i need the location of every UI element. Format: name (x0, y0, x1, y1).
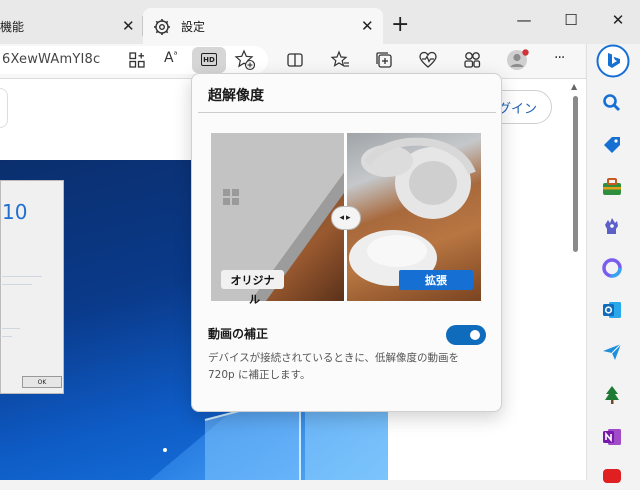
maximize-button[interactable]: ☐ (561, 10, 581, 30)
games-icon[interactable] (600, 214, 624, 238)
toggle-knob (470, 330, 480, 340)
dialog-text-line (2, 276, 42, 277)
popup-title: 超解像度 (208, 88, 264, 104)
add-favorite-icon[interactable] (234, 49, 256, 71)
bing-icon[interactable] (596, 44, 630, 78)
tools-icon[interactable] (600, 175, 624, 199)
youtube-icon[interactable] (600, 466, 624, 490)
profile-icon[interactable] (506, 48, 530, 72)
more-icon[interactable]: ··· (554, 50, 565, 66)
scrollbar[interactable] (573, 96, 578, 252)
video-correction-title: 動画の補正 (208, 327, 269, 341)
video-correction-toggle[interactable] (446, 325, 486, 345)
onenote-icon[interactable] (600, 425, 624, 449)
extensions-icon[interactable] (462, 50, 482, 70)
hd-icon: HD (201, 53, 217, 66)
page-search-box[interactable] (0, 88, 8, 128)
copilot-icon[interactable] (600, 256, 624, 280)
dialog-ok-button: OK (22, 376, 62, 388)
tab-label: 設定 (181, 20, 206, 34)
browser-essentials-icon[interactable] (418, 50, 438, 70)
gear-icon (154, 19, 170, 35)
shopping-tag-icon[interactable] (600, 133, 624, 157)
enhanced-label: 拡張 (399, 270, 473, 290)
original-label-wrap: ル (249, 293, 260, 306)
new-tab-button[interactable]: + (391, 12, 409, 37)
split-screen-icon[interactable] (286, 51, 304, 69)
address-text[interactable]: 6XewWAmYI8c (2, 52, 100, 67)
minimize-button[interactable]: — (514, 10, 534, 30)
dialog-text-line (2, 328, 20, 329)
read-aloud-glyph: A (164, 50, 174, 66)
video-correction-description: デバイスが接続されているときに、低解像度の動画を 720p に補正します。 (208, 352, 460, 381)
scroll-up-arrow[interactable]: ▲ (571, 82, 577, 91)
search-icon[interactable] (600, 91, 624, 115)
tab-features[interactable]: 機能 ✕ (0, 8, 142, 44)
collections-icon[interactable] (374, 50, 394, 70)
popup-divider (198, 112, 496, 113)
comparison-slider-handle[interactable]: ◂▸ (331, 206, 361, 230)
send-icon[interactable] (600, 340, 624, 364)
favorites-icon[interactable] (330, 50, 350, 70)
tree-icon[interactable] (600, 383, 624, 407)
original-label: オリジナ (221, 270, 284, 289)
close-icon[interactable]: ✕ (361, 17, 374, 35)
grid-apps-icon[interactable] (128, 51, 146, 69)
close-icon[interactable]: ✕ (122, 17, 135, 35)
dialog-text-line (2, 284, 32, 285)
outlook-icon[interactable] (600, 298, 624, 322)
window-close-button[interactable]: ✕ (608, 10, 628, 30)
tab-settings[interactable]: 設定 ✕ (143, 8, 383, 44)
dialog-text-line (2, 336, 12, 337)
video-dialog-heading: 10 (2, 200, 28, 224)
tab-label: 機能 (0, 19, 25, 34)
read-aloud-icon[interactable]: Aᵃ (164, 50, 178, 66)
